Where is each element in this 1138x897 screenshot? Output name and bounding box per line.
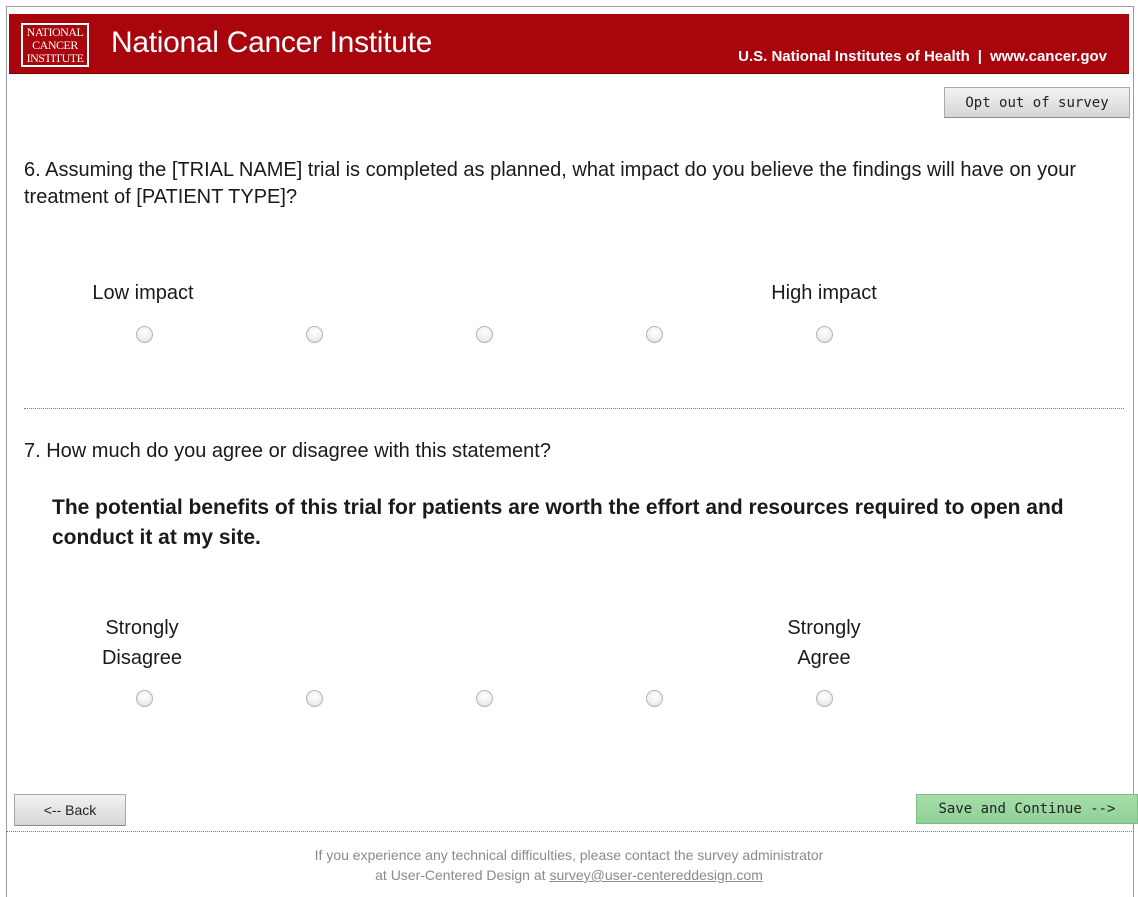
question-7-text: 7. How much do you agree or disagree wit… — [24, 440, 551, 462]
footer: If you experience any technical difficul… — [0, 845, 1138, 885]
q6-low-label: Low impact — [92, 282, 194, 304]
question-6-text: 6. Assuming the [TRIAL NAME] trial is co… — [24, 159, 1077, 208]
support-email-link[interactable]: survey@user-centereddesign.com — [549, 867, 762, 883]
nih-links: U.S. National Institutes of Health | www.c… — [738, 48, 1107, 65]
footer-line-2: at User-Centered Design at survey@user-c… — [0, 865, 1138, 885]
logo-line-3: INSTITUTE — [26, 51, 84, 65]
q6-option-2-radio[interactable] — [306, 326, 323, 343]
q7-option-3-radio[interactable] — [476, 690, 493, 707]
q7-high-label: Strongly Agree — [754, 613, 894, 673]
q7-option-5-radio[interactable] — [816, 690, 833, 707]
q6-high-label: High impact — [771, 282, 877, 304]
nih-separator: | — [977, 48, 982, 65]
save-and-continue-button[interactable]: Save and Continue --> — [916, 794, 1138, 824]
q7-low-label: Strongly Disagree — [72, 613, 212, 673]
opt-out-button[interactable]: Opt out of survey — [944, 87, 1130, 118]
q6-option-5-radio[interactable] — [816, 326, 833, 343]
q7-high-label-line1: Strongly — [787, 617, 861, 639]
cancer-gov-link[interactable]: www.cancer.gov — [990, 48, 1107, 65]
q7-low-label-line2: Disagree — [101, 647, 183, 669]
footer-line-1: If you experience any technical difficul… — [314, 847, 824, 863]
footer-divider — [6, 831, 1134, 832]
back-button[interactable]: <-- Back — [14, 794, 126, 826]
nci-logo[interactable]: NATIONAL CANCER INSTITUTE — [21, 23, 89, 67]
question-divider — [24, 408, 1124, 409]
q7-high-label-line2: Agree — [797, 647, 851, 669]
header-banner: NATIONAL CANCER INSTITUTE National Cance… — [9, 14, 1129, 74]
q7-option-2-radio[interactable] — [306, 690, 323, 707]
site-title: National Cancer Institute — [111, 26, 433, 59]
question-7-statement: The potential benefits of this trial for… — [52, 496, 1064, 549]
q7-low-label-line1: Strongly — [105, 617, 179, 639]
q6-option-3-radio[interactable] — [476, 326, 493, 343]
footer-line-2-prefix: at User-Centered Design at — [375, 867, 550, 883]
q7-option-1-radio[interactable] — [136, 690, 153, 707]
nih-link[interactable]: U.S. National Institutes of Health — [738, 48, 970, 65]
q7-option-4-radio[interactable] — [646, 690, 663, 707]
q6-option-1-radio[interactable] — [136, 326, 153, 343]
q6-option-4-radio[interactable] — [646, 326, 663, 343]
